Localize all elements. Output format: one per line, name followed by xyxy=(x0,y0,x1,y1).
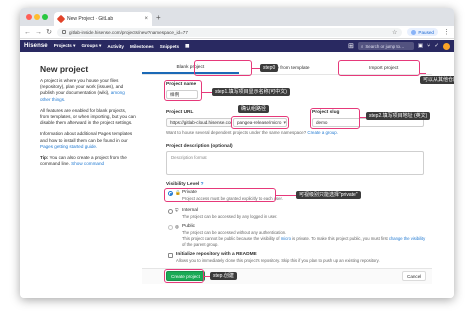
nav-snippets[interactable]: Snippets xyxy=(160,44,179,49)
visibility-internal-radio[interactable] xyxy=(168,209,173,214)
new-tab-button[interactable]: + xyxy=(156,13,161,22)
arrow-step1 xyxy=(202,92,212,94)
nav-activity[interactable]: Activity xyxy=(107,44,124,49)
highlight-private xyxy=(164,188,276,202)
url-field[interactable]: gitlab-inside.hisense.com/projects/new?n… xyxy=(57,27,403,37)
gitlab-favicon-icon xyxy=(56,14,66,24)
readme-desc: Allows you to immediately clone this pro… xyxy=(176,258,380,263)
star-icon[interactable]: ☆ xyxy=(392,29,397,36)
nav-projects[interactable]: Projects ▾ xyxy=(54,43,76,49)
annotation-path: 确认组路径 xyxy=(238,105,270,113)
project-description-textarea[interactable]: Description format xyxy=(166,151,424,175)
visibility-internal-desc: The project can be accessed by any logge… xyxy=(182,214,278,219)
highlight-import-tab xyxy=(338,60,420,76)
help-icon[interactable]: ? xyxy=(201,182,204,187)
kebab-icon[interactable]: ⋮ xyxy=(443,28,450,36)
url-text: gitlab-inside.hisense.com/projects/new?n… xyxy=(69,29,188,35)
search-input[interactable]: ⌕ Search or jump to… xyxy=(357,42,414,50)
left-info-panel: New project A project is where you house… xyxy=(40,64,136,172)
nav-grid-icon[interactable]: ▦ xyxy=(185,43,189,49)
browser-window: New Project · GitLab × + ← → ↻ gitlab-in… xyxy=(20,8,454,298)
project-description-label: Project description (optional) xyxy=(166,144,233,149)
forward-arrow-icon[interactable]: → xyxy=(35,29,42,36)
annotation-private: 可视级别只能选择"private" xyxy=(296,191,361,199)
highlight-create xyxy=(164,269,204,283)
profile-avatar xyxy=(411,29,417,35)
reload-icon[interactable]: ↻ xyxy=(46,28,52,36)
public-note: This project cannot be public because th… xyxy=(182,236,425,241)
gitlab-header: Hisense Projects ▾ Groups ▾ Activity Mil… xyxy=(20,40,454,52)
features-paragraph: All features are enabled for blank proje… xyxy=(40,107,136,126)
readme-checkbox[interactable] xyxy=(168,253,173,258)
show-command-link[interactable]: Show command xyxy=(71,161,104,166)
url-prefix: https://gitlab-cloud.hisense.com/ xyxy=(166,118,232,127)
todo-icon[interactable]: ✓ xyxy=(434,43,439,49)
browser-tab[interactable]: New Project · GitLab × xyxy=(54,12,152,26)
profile-paused-button[interactable]: Paused xyxy=(407,28,438,36)
pages-paragraph: Information about additional Pages templ… xyxy=(40,131,136,150)
page-content: New project A project is where you house… xyxy=(20,52,454,298)
tab-close-icon[interactable]: × xyxy=(144,16,148,22)
highlight-namespace xyxy=(231,116,289,129)
close-window-button[interactable] xyxy=(26,14,32,20)
paused-label: Paused xyxy=(418,29,434,35)
shield-icon: ⛨ xyxy=(175,208,179,213)
pages-guide-link[interactable]: Pages getting started guide. xyxy=(40,144,97,149)
header-right: ⊞ ⌕ Search or jump to… ▣ ⑂ ✓ xyxy=(348,42,450,50)
browser-tab-bar: New Project · GitLab × + xyxy=(20,8,454,26)
micro-group-link[interactable]: micro xyxy=(281,236,291,241)
highlight-project-slug xyxy=(310,108,360,129)
search-placeholder: Search or jump to… xyxy=(365,43,405,49)
public-note-text-b: is private. To make this project public,… xyxy=(292,236,388,241)
visibility-label: Visibility Level ? xyxy=(166,182,204,187)
address-bar: ← → ↻ gitlab-inside.hisense.com/projects… xyxy=(20,26,454,39)
minimize-window-button[interactable] xyxy=(34,14,40,20)
annotation-step3: step.创建 xyxy=(210,272,237,280)
plus-icon[interactable]: ⊞ xyxy=(348,42,354,50)
namespace-help: Want to house several dependent projects… xyxy=(166,130,338,135)
visibility-internal-title: Internal xyxy=(182,208,198,213)
tab-title: New Project · GitLab xyxy=(67,16,114,22)
issues-icon[interactable]: ▣ xyxy=(418,43,423,49)
create-group-link[interactable]: Create a group. xyxy=(307,130,338,135)
maximize-window-button[interactable] xyxy=(42,14,48,20)
visibility-label-text: Visibility Level xyxy=(166,182,200,187)
gitlab-logo[interactable]: Hisense xyxy=(24,43,48,49)
back-arrow-icon[interactable]: ← xyxy=(24,29,31,36)
public-note-end: of the parent group. xyxy=(182,242,219,247)
project-url-label: Project URL xyxy=(166,110,194,115)
visibility-public-title: Public xyxy=(182,224,196,229)
nav-groups[interactable]: Groups ▾ xyxy=(81,43,101,49)
readme-label: Initialize repository with a README xyxy=(176,252,257,257)
annotation-step2: step2.填写项目地址 (英文) xyxy=(366,112,431,120)
lock-icon xyxy=(62,30,66,34)
pages-text: Information about additional Pages templ… xyxy=(40,131,133,143)
arrow-private xyxy=(276,195,296,197)
globe-icon: ◍ xyxy=(175,224,180,229)
change-visibility-link[interactable]: change the visibility xyxy=(389,236,425,241)
tip-label: Tip: xyxy=(40,155,49,161)
highlight-blank-tab xyxy=(194,60,252,76)
arrow-step0 xyxy=(252,68,260,70)
arrow-import xyxy=(420,73,426,75)
intro-paragraph: A project is where you house your files … xyxy=(40,78,136,103)
visibility-public-desc: The project can be accessed without any … xyxy=(182,230,287,235)
merge-request-icon[interactable]: ⑂ xyxy=(427,43,430,49)
page-title: New project xyxy=(40,64,89,74)
highlight-project-name xyxy=(164,80,202,101)
tip-paragraph: Tip: You can also create a project from … xyxy=(40,155,136,167)
cancel-button[interactable]: Cancel xyxy=(402,271,427,281)
namespace-help-text: Want to house several dependent projects… xyxy=(166,130,307,135)
search-icon: ⌕ xyxy=(360,43,364,49)
user-avatar[interactable] xyxy=(443,42,450,50)
annotation-step0: step0 xyxy=(260,64,279,72)
visibility-public-radio[interactable] xyxy=(168,225,173,230)
public-note-text-a: This project cannot be public because th… xyxy=(182,236,280,241)
annotation-step1: step1.填写项目显示名称(可中文) xyxy=(212,88,290,96)
nav-milestones[interactable]: Milestones xyxy=(130,44,154,49)
annotation-import: 可以从其他仓库直接导入 xyxy=(420,76,454,84)
